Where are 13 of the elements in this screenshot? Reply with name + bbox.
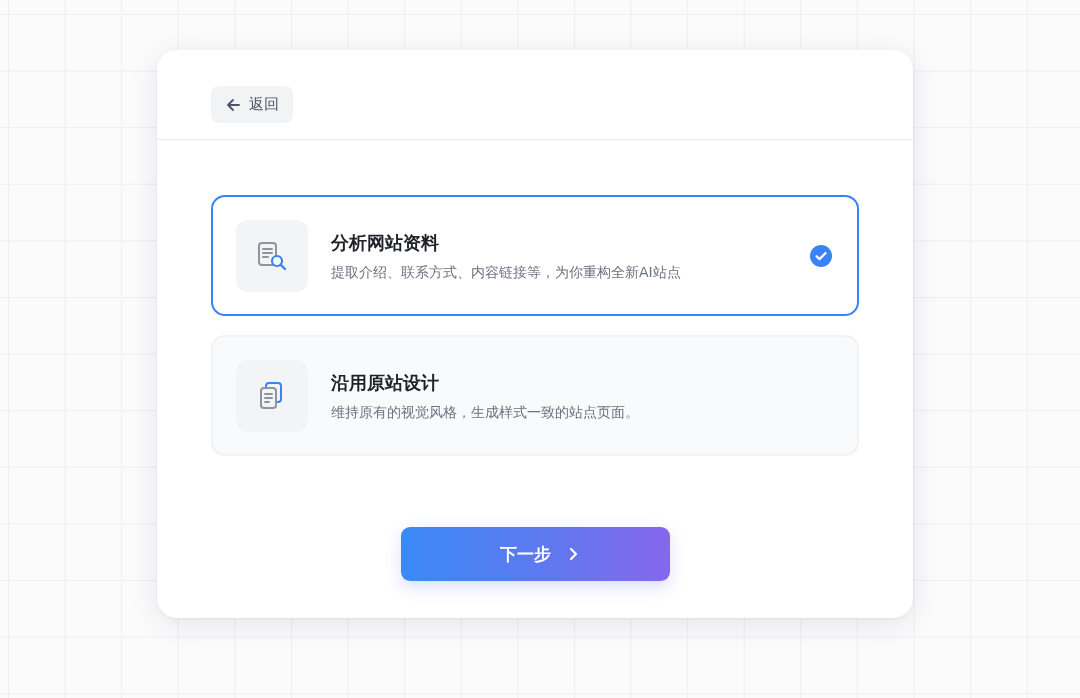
option-description: 维持原有的视觉风格，生成样式一致的站点页面。 [331,402,640,422]
next-button[interactable]: 下一步 [400,527,670,581]
check-circle-icon [810,244,832,267]
copy-documents-icon [236,359,308,432]
arrow-left-icon [225,97,240,112]
option-card[interactable]: 沿用原站设计 维持原有的视觉风格，生成样式一致的站点页面。 [211,335,859,456]
option-title: 分析网站资料 [331,230,440,255]
option-title: 沿用原站设计 [331,370,440,395]
document-search-icon [236,219,308,292]
chevron-right-icon [569,547,578,561]
back-button[interactable]: 返回 [211,86,293,123]
option-card[interactable]: 分析网站资料 提取介绍、联系方式、内容链接等，为你重构全新AI站点 [211,195,859,316]
option-description: 提取介绍、联系方式、内容链接等，为你重构全新AI站点 [331,262,682,282]
